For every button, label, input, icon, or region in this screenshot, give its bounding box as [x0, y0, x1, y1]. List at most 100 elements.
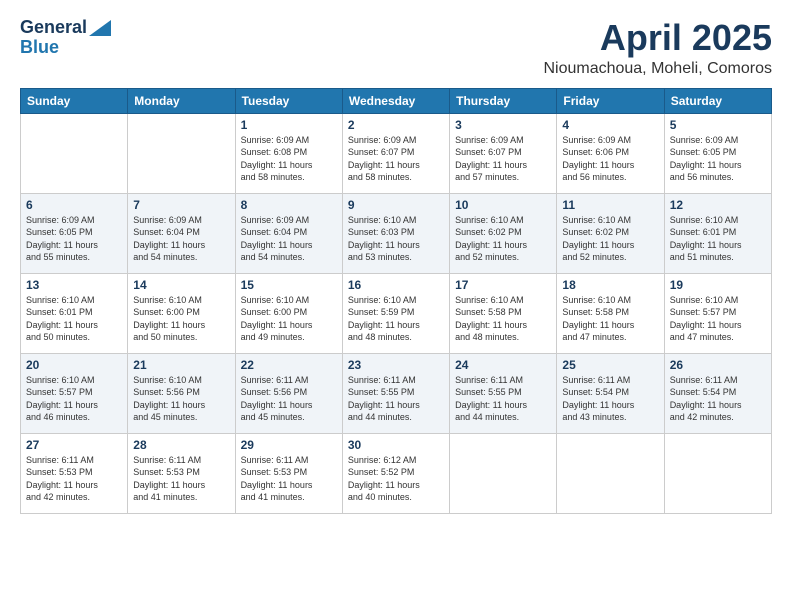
- day-number: 28: [133, 438, 229, 452]
- day-info: Sunrise: 6:10 AM Sunset: 5:58 PM Dayligh…: [455, 294, 551, 344]
- day-number: 22: [241, 358, 337, 372]
- day-info: Sunrise: 6:10 AM Sunset: 6:00 PM Dayligh…: [133, 294, 229, 344]
- calendar-cell: 26Sunrise: 6:11 AM Sunset: 5:54 PM Dayli…: [664, 353, 771, 433]
- weekday-header-sunday: Sunday: [21, 88, 128, 113]
- day-number: 24: [455, 358, 551, 372]
- calendar-cell: 15Sunrise: 6:10 AM Sunset: 6:00 PM Dayli…: [235, 273, 342, 353]
- calendar-cell: 24Sunrise: 6:11 AM Sunset: 5:55 PM Dayli…: [450, 353, 557, 433]
- calendar-cell: 8Sunrise: 6:09 AM Sunset: 6:04 PM Daylig…: [235, 193, 342, 273]
- calendar-cell: 3 Sunrise: 6:09 AM Sunset: 6:07 PM Daylig…: [450, 113, 557, 193]
- day-info: Sunrise: 6:11 AM Sunset: 5:53 PM Dayligh…: [241, 454, 337, 504]
- logo-blue: Blue: [20, 38, 59, 58]
- calendar-cell: [664, 433, 771, 513]
- calendar-cell: 23 Sunrise: 6:11 AM Sunset: 5:55 PM Dayli…: [342, 353, 449, 433]
- header: General Blue April 2025 Nioumachoua, Moh…: [20, 18, 772, 78]
- calendar-cell: 22 Sunrise: 6:11 AM Sunset: 5:56 PM Dayli…: [235, 353, 342, 433]
- weekday-header-monday: Monday: [128, 88, 235, 113]
- day-number: 13: [26, 278, 122, 292]
- day-info: Sunrise: 6:11 AM Sunset: 5:55 PM Dayligh…: [348, 374, 444, 424]
- day-number: 11: [562, 198, 658, 212]
- day-info: Sunrise: 6:11 AM Sunset: 5:53 PM Dayligh…: [133, 454, 229, 504]
- day-info: Sunrise: 6:09 AM Sunset: 6:06 PM Dayligh…: [562, 134, 658, 184]
- calendar-cell: 2 Sunrise: 6:09 AM Sunset: 6:07 PM Daylig…: [342, 113, 449, 193]
- calendar-cell: 19Sunrise: 6:10 AM Sunset: 5:57 PM Dayli…: [664, 273, 771, 353]
- calendar-cell: 13 Sunrise: 6:10 AM Sunset: 6:01 PM Dayli…: [21, 273, 128, 353]
- weekday-header-thursday: Thursday: [450, 88, 557, 113]
- day-info: Sunrise: 6:11 AM Sunset: 5:56 PM Dayligh…: [241, 374, 337, 424]
- weekday-header-friday: Friday: [557, 88, 664, 113]
- month-title: April 2025: [543, 18, 772, 58]
- day-number: 3: [455, 118, 551, 132]
- location-title: Nioumachoua, Moheli, Comoros: [543, 60, 772, 78]
- day-number: 18: [562, 278, 658, 292]
- calendar-cell: 10 Sunrise: 6:10 AM Sunset: 6:02 PM Dayli…: [450, 193, 557, 273]
- day-number: 25: [562, 358, 658, 372]
- day-info: Sunrise: 6:09 AM Sunset: 6:04 PM Dayligh…: [241, 214, 337, 264]
- day-number: 5: [670, 118, 766, 132]
- day-number: 14: [133, 278, 229, 292]
- calendar-cell: 20Sunrise: 6:10 AM Sunset: 5:57 PM Dayli…: [21, 353, 128, 433]
- day-info: Sunrise: 6:09 AM Sunset: 6:08 PM Dayligh…: [241, 134, 337, 184]
- calendar-cell: 28 Sunrise: 6:11 AM Sunset: 5:53 PM Dayli…: [128, 433, 235, 513]
- day-number: 12: [670, 198, 766, 212]
- day-info: Sunrise: 6:10 AM Sunset: 6:02 PM Dayligh…: [455, 214, 551, 264]
- day-number: 1: [241, 118, 337, 132]
- logo-general: General: [20, 18, 87, 38]
- calendar-cell: 12 Sunrise: 6:10 AM Sunset: 6:01 PM Dayli…: [664, 193, 771, 273]
- day-number: 9: [348, 198, 444, 212]
- day-number: 6: [26, 198, 122, 212]
- calendar-table: SundayMondayTuesdayWednesdayThursdayFrid…: [20, 88, 772, 514]
- day-number: 15: [241, 278, 337, 292]
- calendar-cell: 29Sunrise: 6:11 AM Sunset: 5:53 PM Dayli…: [235, 433, 342, 513]
- day-number: 4: [562, 118, 658, 132]
- day-number: 16: [348, 278, 444, 292]
- weekday-header-saturday: Saturday: [664, 88, 771, 113]
- day-info: Sunrise: 6:09 AM Sunset: 6:07 PM Dayligh…: [455, 134, 551, 184]
- logo-icon: [89, 20, 111, 36]
- calendar-cell: 21Sunrise: 6:10 AM Sunset: 5:56 PM Dayli…: [128, 353, 235, 433]
- calendar-cell: 11Sunrise: 6:10 AM Sunset: 6:02 PM Dayli…: [557, 193, 664, 273]
- day-info: Sunrise: 6:10 AM Sunset: 5:57 PM Dayligh…: [26, 374, 122, 424]
- title-block: April 2025 Nioumachoua, Moheli, Comoros: [543, 18, 772, 78]
- calendar-cell: 1 Sunrise: 6:09 AM Sunset: 6:08 PM Daylig…: [235, 113, 342, 193]
- day-number: 7: [133, 198, 229, 212]
- day-info: Sunrise: 6:12 AM Sunset: 5:52 PM Dayligh…: [348, 454, 444, 504]
- calendar-cell: 30 Sunrise: 6:12 AM Sunset: 5:52 PM Dayli…: [342, 433, 449, 513]
- day-info: Sunrise: 6:11 AM Sunset: 5:54 PM Dayligh…: [562, 374, 658, 424]
- day-info: Sunrise: 6:09 AM Sunset: 6:05 PM Dayligh…: [26, 214, 122, 264]
- day-number: 30: [348, 438, 444, 452]
- day-info: Sunrise: 6:10 AM Sunset: 5:56 PM Dayligh…: [133, 374, 229, 424]
- weekday-header-row: SundayMondayTuesdayWednesdayThursdayFrid…: [21, 88, 772, 113]
- calendar-cell: 4 Sunrise: 6:09 AM Sunset: 6:06 PM Daylig…: [557, 113, 664, 193]
- day-number: 10: [455, 198, 551, 212]
- calendar-cell: 27Sunrise: 6:11 AM Sunset: 5:53 PM Dayli…: [21, 433, 128, 513]
- day-info: Sunrise: 6:09 AM Sunset: 6:05 PM Dayligh…: [670, 134, 766, 184]
- calendar-cell: [128, 113, 235, 193]
- calendar-week-1: 1 Sunrise: 6:09 AM Sunset: 6:08 PM Daylig…: [21, 113, 772, 193]
- calendar-cell: [450, 433, 557, 513]
- page: General Blue April 2025 Nioumachoua, Moh…: [0, 0, 792, 612]
- logo: General Blue: [20, 18, 111, 58]
- calendar-cell: 16 Sunrise: 6:10 AM Sunset: 5:59 PM Dayli…: [342, 273, 449, 353]
- weekday-header-tuesday: Tuesday: [235, 88, 342, 113]
- calendar-week-4: 20Sunrise: 6:10 AM Sunset: 5:57 PM Dayli…: [21, 353, 772, 433]
- day-info: Sunrise: 6:10 AM Sunset: 5:57 PM Dayligh…: [670, 294, 766, 344]
- day-number: 26: [670, 358, 766, 372]
- calendar-cell: [21, 113, 128, 193]
- calendar-cell: 7Sunrise: 6:09 AM Sunset: 6:04 PM Daylig…: [128, 193, 235, 273]
- day-info: Sunrise: 6:09 AM Sunset: 6:07 PM Dayligh…: [348, 134, 444, 184]
- day-info: Sunrise: 6:10 AM Sunset: 6:01 PM Dayligh…: [670, 214, 766, 264]
- calendar-cell: 5 Sunrise: 6:09 AM Sunset: 6:05 PM Daylig…: [664, 113, 771, 193]
- weekday-header-wednesday: Wednesday: [342, 88, 449, 113]
- calendar-cell: 9Sunrise: 6:10 AM Sunset: 6:03 PM Daylig…: [342, 193, 449, 273]
- calendar-cell: [557, 433, 664, 513]
- day-info: Sunrise: 6:10 AM Sunset: 5:59 PM Dayligh…: [348, 294, 444, 344]
- day-info: Sunrise: 6:10 AM Sunset: 5:58 PM Dayligh…: [562, 294, 658, 344]
- day-number: 23: [348, 358, 444, 372]
- calendar-cell: 18 Sunrise: 6:10 AM Sunset: 5:58 PM Dayli…: [557, 273, 664, 353]
- calendar-cell: 6 Sunrise: 6:09 AM Sunset: 6:05 PM Daylig…: [21, 193, 128, 273]
- day-info: Sunrise: 6:10 AM Sunset: 6:01 PM Dayligh…: [26, 294, 122, 344]
- calendar-week-5: 27Sunrise: 6:11 AM Sunset: 5:53 PM Dayli…: [21, 433, 772, 513]
- day-number: 17: [455, 278, 551, 292]
- day-number: 2: [348, 118, 444, 132]
